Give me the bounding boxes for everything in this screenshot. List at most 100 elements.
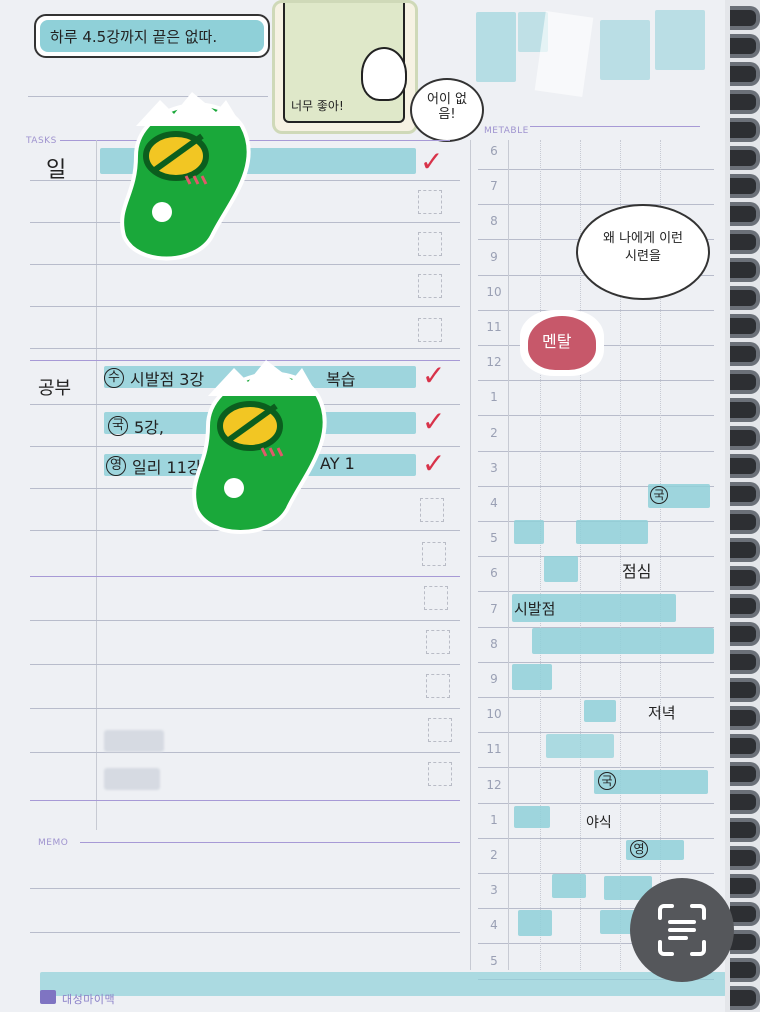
spiral-ring: [730, 874, 760, 898]
timetable-row-line: [478, 873, 714, 874]
timetable-hour: 1: [490, 812, 498, 827]
timetable-row-line: [478, 450, 714, 452]
study-item-mark: 수: [104, 368, 124, 388]
timetable-hour: 2: [490, 848, 498, 862]
timetable-row-line: [478, 415, 714, 417]
timetable-row-line: [478, 837, 714, 839]
timetable-hour: 1: [490, 390, 498, 405]
spiral-ring: [730, 846, 760, 870]
spiral-ring: [730, 510, 760, 534]
spiral-binding: [725, 0, 760, 1012]
check-mark-icon: ✓: [422, 447, 446, 480]
timetable-note: 시발점: [514, 600, 556, 618]
brand-label: 대성마이맥: [62, 993, 116, 1006]
spiral-ring: [730, 230, 760, 254]
timetable-hour: 6: [490, 566, 498, 581]
work-label: 일: [46, 158, 67, 183]
spiral-ring: [730, 286, 760, 310]
speech-sticker: 왜 나에게 이런 시련을: [576, 204, 710, 300]
green-sticker-icon: [120, 92, 251, 261]
spiral-ring: [730, 6, 760, 30]
timetable-row-line: [478, 661, 714, 663]
spiral-ring: [730, 314, 760, 338]
spiral-ring: [730, 678, 760, 702]
timetable-hour: 5: [490, 953, 498, 968]
spiral-ring: [730, 958, 760, 982]
spiral-ring: [730, 398, 760, 422]
timetable-row-line: [478, 309, 714, 311]
spiral-ring: [730, 202, 760, 226]
spiral-ring: [730, 118, 760, 142]
timetable-hour: 5: [490, 531, 498, 546]
spiral-ring: [730, 706, 760, 730]
timetable-row-line: [478, 591, 714, 593]
green-sticker-icon: [192, 360, 327, 534]
timetable-row-line: [478, 169, 714, 170]
timetable-hour: 10: [486, 707, 502, 722]
spiral-ring: [730, 902, 760, 926]
spiral-ring: [730, 454, 760, 478]
timetable-note: 국: [598, 772, 616, 790]
spiral-ring: [730, 258, 760, 282]
timetable-label: METABLE: [484, 126, 529, 136]
timetable-row-line: [478, 802, 714, 804]
timetable-hour: 6: [490, 144, 498, 158]
tasks-label: TASKS: [26, 136, 57, 146]
timetable-row-line: [478, 697, 714, 698]
timetable-row-line: [478, 556, 714, 558]
timetable-hour: 8: [490, 214, 498, 229]
spiral-ring: [730, 34, 760, 58]
timetable-hour: 11: [486, 320, 502, 334]
timetable-hour: 8: [490, 636, 498, 651]
timetable-hour: 10: [486, 284, 502, 299]
timetable-hour: 2: [490, 425, 498, 440]
timetable-hour: 12: [486, 355, 502, 370]
spiral-ring: [730, 734, 760, 758]
spiral-ring: [730, 62, 760, 86]
spiral-ring: [730, 174, 760, 198]
timetable-note: 야식: [586, 815, 612, 831]
timetable-hour: 9: [490, 249, 498, 264]
sticker-badge: 어이 없음!: [410, 78, 484, 142]
header-note: 하루 4.5강까지 끝은 없따.: [34, 14, 270, 58]
timetable-note: 저녁: [648, 704, 676, 722]
study-item: 5강,: [134, 418, 164, 437]
timetable-hour: 11: [486, 742, 502, 757]
timetable-hour: 4: [490, 918, 498, 933]
timetable-row-line: [478, 204, 714, 206]
spiral-ring: [730, 818, 760, 842]
check-mark-icon: ✓: [422, 405, 446, 438]
heart-sticker: 멘탈: [520, 310, 604, 376]
check-mark-icon: ✓: [420, 145, 444, 178]
timetable-hour: 12: [486, 777, 502, 792]
timetable-note: 국: [650, 486, 668, 504]
spiral-ring: [730, 650, 760, 674]
character-sticker: 너무 좋아!: [272, 0, 418, 134]
timetable-row-line: [478, 767, 714, 769]
study-item-mark: 영: [106, 456, 126, 476]
timetable-hour: 3: [490, 460, 498, 475]
spiral-ring: [730, 566, 760, 590]
scan-text-button[interactable]: [630, 878, 734, 982]
timetable-note: 영: [630, 840, 648, 858]
check-mark-icon: ✓: [422, 359, 446, 392]
spiral-ring: [730, 426, 760, 450]
study-item-mark: 국: [108, 416, 128, 436]
spiral-ring: [730, 594, 760, 618]
spiral-ring: [730, 342, 760, 366]
spiral-ring: [730, 622, 760, 646]
timetable-hour: 4: [490, 496, 498, 510]
scan-text-icon: [658, 904, 706, 956]
planner-page: 하루 4.5강까지 끝은 없따. 너무 좋아! 어이 없음! TASKS MET…: [0, 0, 726, 1012]
timetable-row-line: [478, 380, 714, 382]
spiral-ring: [730, 146, 760, 170]
spiral-ring: [730, 482, 760, 506]
spiral-ring: [730, 538, 760, 562]
spiral-ring: [730, 790, 760, 814]
spiral-ring: [730, 930, 760, 954]
spiral-ring: [730, 986, 760, 1010]
timetable-hour: 7: [490, 179, 498, 194]
timetable-hour: 7: [490, 601, 498, 616]
timetable-note: 점심: [622, 562, 652, 581]
timetable-hour: 3: [490, 883, 498, 898]
